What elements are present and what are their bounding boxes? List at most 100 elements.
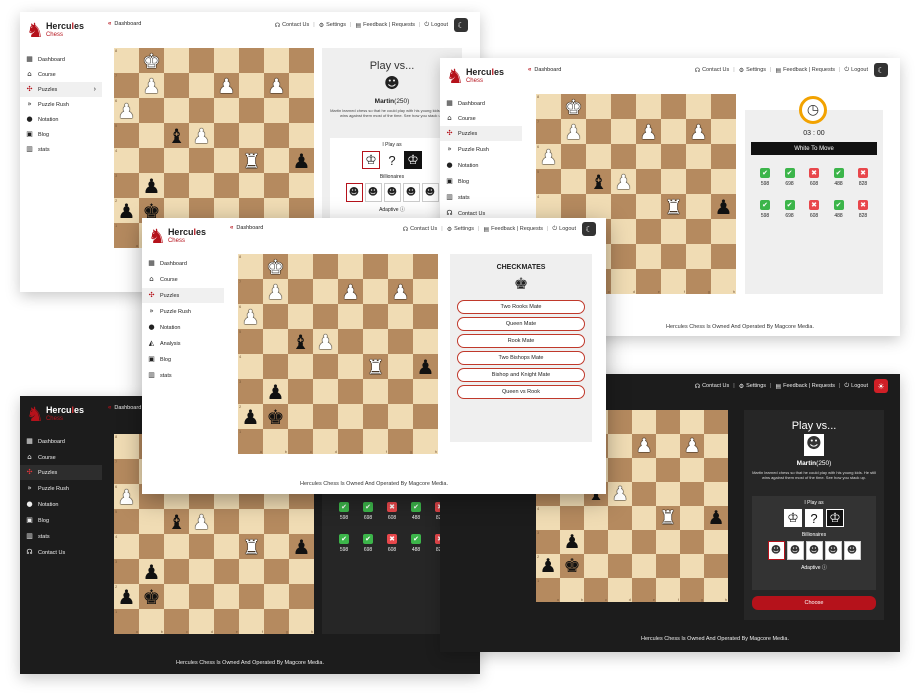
board-square[interactable] <box>388 254 413 279</box>
board-square[interactable] <box>289 559 314 584</box>
board-square[interactable] <box>313 304 338 329</box>
board-square[interactable] <box>680 530 704 554</box>
random-option[interactable]: ? <box>805 509 823 527</box>
board-square[interactable] <box>661 169 686 194</box>
logout-link[interactable]: ⏻ Logout <box>552 225 576 233</box>
sidebar-item-puzzles[interactable]: ✣ Puzzles <box>20 465 102 480</box>
board-square[interactable] <box>139 98 164 123</box>
sidebar-item-puzzle-rush[interactable]: » Puzzle Rush <box>20 481 102 496</box>
board-square[interactable] <box>680 458 704 482</box>
board-square[interactable] <box>139 148 164 173</box>
board-square[interactable] <box>388 404 413 429</box>
board-square[interactable] <box>189 98 214 123</box>
board-square[interactable] <box>586 194 611 219</box>
white-rook-piece[interactable]: ♜ <box>659 508 676 528</box>
white-pawn-piece[interactable]: ♟ <box>317 332 335 352</box>
board-square[interactable] <box>263 329 288 354</box>
board-square[interactable]: 8 <box>114 434 139 459</box>
board-square[interactable] <box>656 554 680 578</box>
white-rook-piece[interactable]: ♜ <box>243 151 261 171</box>
board-square[interactable] <box>264 173 289 198</box>
sidebar-item-puzzle-rush[interactable]: » Puzzle Rush <box>142 304 224 319</box>
white-king-piece[interactable]: ♚ <box>565 97 583 117</box>
white-pawn-piece[interactable]: ♟ <box>193 126 211 146</box>
white-pawn-piece[interactable]: ♟ <box>690 122 708 142</box>
board-square[interactable] <box>288 304 313 329</box>
board-square[interactable] <box>288 379 313 404</box>
board-square[interactable] <box>289 584 314 609</box>
board-square[interactable]: ♟ <box>680 434 704 458</box>
white-pawn-piece[interactable]: ♟ <box>635 436 652 456</box>
sidebar-item-stats[interactable]: ▥ stats <box>440 190 522 205</box>
board-square[interactable]: 5 <box>114 123 139 148</box>
black-king-piece[interactable]: ♚ <box>563 556 580 576</box>
white-pawn-piece[interactable]: ♟ <box>118 101 136 121</box>
board-square[interactable]: ♟ <box>263 279 288 304</box>
black-king-option[interactable]: ♔ <box>826 509 844 527</box>
sidebar-item-course[interactable]: ⌂ Course <box>142 272 224 287</box>
board-square[interactable] <box>584 530 608 554</box>
black-pawn-piece[interactable]: ♟ <box>242 407 260 427</box>
board-square[interactable] <box>264 123 289 148</box>
board-square[interactable]: b <box>263 429 288 454</box>
board-square[interactable] <box>289 123 314 148</box>
board-square[interactable] <box>264 509 289 534</box>
board-square[interactable]: 6♟ <box>238 304 263 329</box>
logo[interactable]: ♞ Hercules Chess <box>26 20 84 40</box>
board-square[interactable] <box>313 404 338 429</box>
board-square[interactable] <box>164 534 189 559</box>
board-square[interactable]: g <box>388 429 413 454</box>
board-square[interactable]: ♟ <box>704 506 728 530</box>
settings-link[interactable]: ⚙ Settings <box>447 226 474 233</box>
board-square[interactable] <box>239 584 264 609</box>
dark-mode-toggle[interactable]: ☾ <box>582 222 596 236</box>
chessboard[interactable]: 8♚7♟♟♟6♟5♝♟4♜♟3♟2♟♚1abcdefgh <box>238 254 438 454</box>
board-square[interactable] <box>164 584 189 609</box>
feedback-link[interactable]: ▤ Feedback | Requests <box>775 67 835 74</box>
board-square[interactable] <box>711 219 736 244</box>
board-square[interactable] <box>680 410 704 434</box>
board-square[interactable] <box>704 554 728 578</box>
board-square[interactable]: 5 <box>536 169 561 194</box>
board-square[interactable] <box>338 329 363 354</box>
board-square[interactable] <box>686 219 711 244</box>
board-square[interactable]: 1a <box>238 429 263 454</box>
board-square[interactable]: ♜ <box>239 534 264 559</box>
sidebar-item-puzzle-rush[interactable]: » Puzzle Rush <box>440 142 522 157</box>
board-square[interactable]: h <box>704 578 728 602</box>
board-square[interactable]: ♚ <box>560 554 584 578</box>
sidebar-item-notation[interactable]: ● Notation <box>440 158 522 173</box>
board-square[interactable] <box>608 530 632 554</box>
board-square[interactable] <box>608 434 632 458</box>
board-square[interactable]: 3 <box>238 379 263 404</box>
board-square[interactable] <box>680 554 704 578</box>
board-square[interactable]: ♝ <box>164 509 189 534</box>
black-bishop-piece[interactable]: ♝ <box>168 126 186 146</box>
white-pawn-piece[interactable]: ♟ <box>565 122 583 142</box>
board-square[interactable]: ♟ <box>139 73 164 98</box>
board-square[interactable] <box>189 559 214 584</box>
opponent-avatar-option[interactable]: ☻ <box>383 183 401 202</box>
board-square[interactable] <box>413 254 438 279</box>
board-square[interactable] <box>686 144 711 169</box>
board-square[interactable] <box>189 48 214 73</box>
board-square[interactable]: 6♟ <box>536 144 561 169</box>
board-square[interactable] <box>711 169 736 194</box>
board-square[interactable] <box>388 379 413 404</box>
board-square[interactable] <box>636 219 661 244</box>
board-square[interactable] <box>264 98 289 123</box>
white-rook-piece[interactable]: ♜ <box>367 357 385 377</box>
board-square[interactable] <box>413 379 438 404</box>
sidebar-item-stats[interactable]: ▥ stats <box>142 368 224 383</box>
white-pawn-piece[interactable]: ♟ <box>392 282 410 302</box>
board-square[interactable] <box>214 148 239 173</box>
board-square[interactable] <box>189 148 214 173</box>
board-square[interactable]: ♟ <box>686 119 711 144</box>
board-square[interactable] <box>338 379 363 404</box>
board-square[interactable] <box>632 506 656 530</box>
board-square[interactable] <box>608 554 632 578</box>
board-square[interactable]: h <box>711 269 736 294</box>
board-square[interactable]: ♝ <box>586 169 611 194</box>
sidebar-item-stats[interactable]: ▥ stats <box>20 529 102 544</box>
sidebar-item-blog[interactable]: ▣ Blog <box>440 174 522 189</box>
